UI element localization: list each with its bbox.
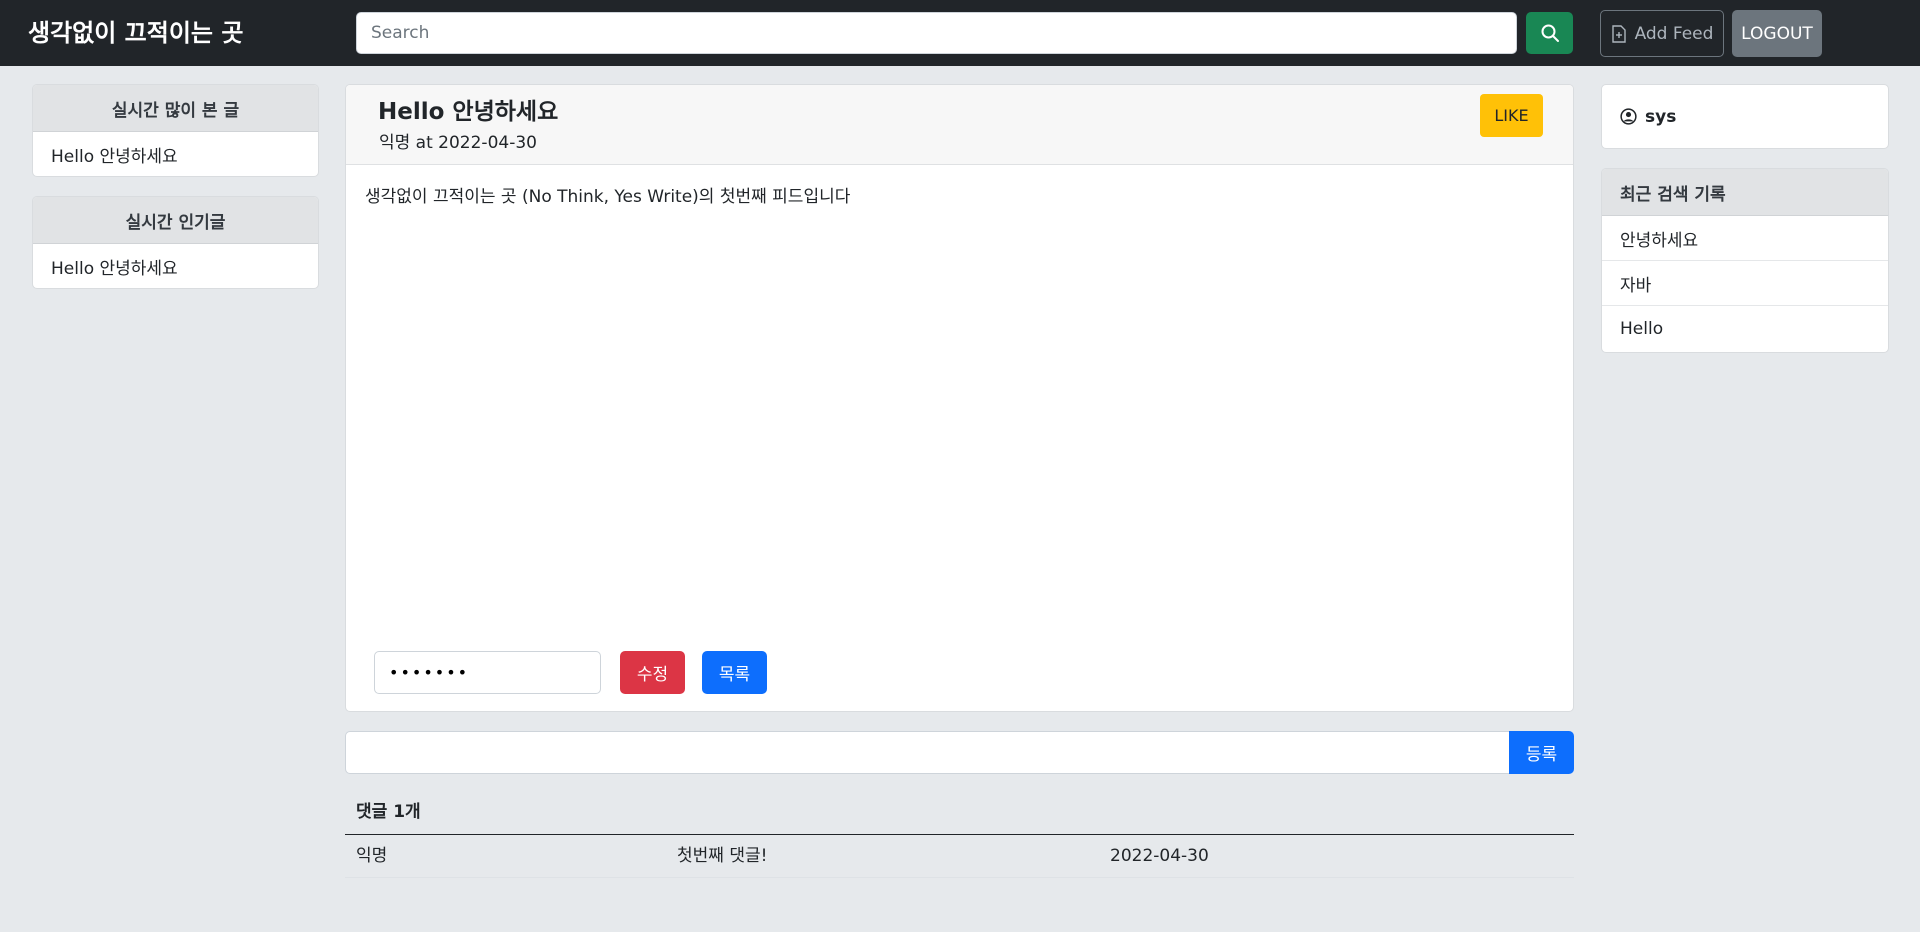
comment-text: 첫번째 댓글!	[677, 846, 768, 866]
post-card: Hello 안녕하세요 익명 at 2022-04-30 LIKE 생각없이 끄…	[345, 84, 1574, 712]
add-document-icon	[1611, 24, 1626, 43]
comment-row: 익명 첫번째 댓글! 2022-04-30	[345, 835, 1574, 878]
popular-title: 실시간 인기글	[33, 197, 318, 244]
list-button[interactable]: 목록	[702, 651, 767, 694]
logout-button[interactable]: LOGOUT	[1732, 10, 1822, 57]
like-button[interactable]: LIKE	[1480, 94, 1543, 137]
comment-submit-button[interactable]: 등록	[1509, 731, 1574, 774]
comment-input[interactable]	[345, 731, 1510, 774]
popular-item[interactable]: Hello 안녕하세요	[33, 244, 318, 288]
post-header: Hello 안녕하세요 익명 at 2022-04-30 LIKE	[346, 85, 1573, 165]
search-history-card: 최근 검색 기록 안녕하세요 자바 Hello	[1601, 168, 1889, 353]
search-button[interactable]	[1526, 12, 1573, 54]
navbar: 생각없이 끄적이는 곳 Add Feed LOGOUT	[0, 0, 1920, 66]
comment-author: 익명	[356, 846, 388, 866]
user-circle-icon	[1620, 108, 1637, 125]
comment-date: 2022-04-30	[1110, 846, 1209, 866]
search-icon	[1541, 24, 1559, 42]
password-input[interactable]	[374, 651, 601, 694]
user-info: sys	[1602, 85, 1888, 148]
post-meta: 익명 at 2022-04-30	[379, 133, 537, 153]
search-input[interactable]	[356, 12, 1517, 54]
search-history-item[interactable]: 안녕하세요	[1602, 216, 1888, 261]
brand-logo[interactable]: 생각없이 끄적이는 곳	[28, 16, 243, 50]
post-title: Hello 안녕하세요	[378, 99, 559, 125]
add-feed-label: Add Feed	[1634, 23, 1714, 44]
search-history-item[interactable]: 자바	[1602, 261, 1888, 306]
search-history-item[interactable]: Hello	[1602, 306, 1888, 351]
most-viewed-card: 실시간 많이 본 글 Hello 안녕하세요	[32, 84, 319, 177]
edit-button[interactable]: 수정	[620, 651, 685, 694]
search-history-title: 최근 검색 기록	[1602, 169, 1888, 216]
popular-card: 실시간 인기글 Hello 안녕하세요	[32, 196, 319, 289]
user-card: sys	[1601, 84, 1889, 149]
most-viewed-item[interactable]: Hello 안녕하세요	[33, 132, 318, 176]
add-feed-button[interactable]: Add Feed	[1600, 10, 1724, 57]
post-body: 생각없이 끄적이는 곳 (No Think, Yes Write)의 첫번째 피…	[365, 187, 851, 207]
most-viewed-title: 실시간 많이 본 글	[33, 85, 318, 132]
comment-count: 댓글 1개	[356, 802, 421, 822]
username: sys	[1645, 106, 1677, 127]
